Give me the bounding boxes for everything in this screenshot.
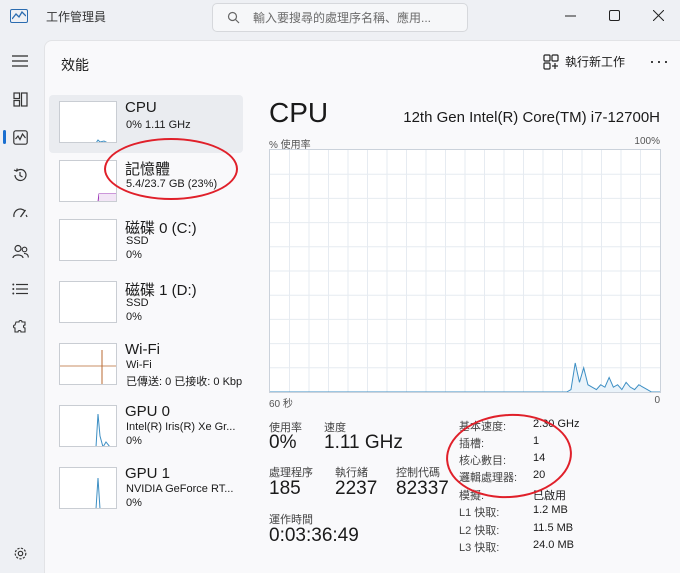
handles-value: 82337	[396, 478, 449, 499]
details-list-icon	[12, 283, 28, 295]
cpu-heading: CPU	[269, 97, 329, 128]
device-gpu-0[interactable]: GPU 0 Intel(R) Iris(R) Xe Gr... 0%	[49, 399, 243, 457]
detail-key: 核心數目:	[459, 455, 507, 467]
app-title: 工作管理員	[46, 10, 107, 24]
detail-key: L1 快取:	[459, 507, 500, 519]
startup-gauge-icon	[12, 208, 28, 218]
device-cpu[interactable]: CPU 0% 1.11 GHz	[49, 95, 243, 153]
cpu-usage-graph	[269, 149, 661, 393]
device-disk-1[interactable]: 磁碟 1 (D:) SSD 0%	[49, 275, 243, 333]
device-title: CPU	[125, 99, 157, 116]
performance-icon	[12, 129, 28, 145]
disk-0-thumbnail-graph	[59, 219, 117, 261]
nav-performance[interactable]	[0, 120, 40, 154]
device-wifi[interactable]: Wi-Fi Wi-Fi 已傳送: 0 已接收: 0 Kbp	[49, 337, 243, 395]
detail-value: 24.0 MB	[533, 539, 574, 551]
device-title: 記憶體	[125, 161, 171, 178]
wifi-thumbnail-graph	[59, 343, 117, 385]
performance-panel: 效能 執行新工作 ··· CPU 0% 1.11 GHz 記憶體 5.4/23.…	[44, 40, 680, 573]
device-subtitle: Intel(R) Iris(R) Xe Gr...	[126, 421, 236, 433]
device-memory[interactable]: 記憶體 5.4/23.7 GB (23%)	[49, 154, 243, 212]
graph-time-right-label: 0	[654, 395, 660, 406]
nav-startup-apps[interactable]	[0, 196, 40, 230]
detail-value: 2.30 GHz	[533, 418, 580, 430]
uptime-value: 0:03:36:49	[269, 525, 359, 546]
run-new-task-icon	[543, 53, 559, 70]
device-subtitle: SSD	[126, 235, 149, 247]
nav-users[interactable]	[0, 234, 40, 268]
detail-key: L3 快取:	[459, 542, 500, 554]
hamburger-menu-icon	[12, 55, 28, 67]
cpu-thumbnail-graph	[59, 101, 117, 143]
detail-value: 1	[533, 435, 540, 447]
maximize-icon	[608, 9, 620, 21]
device-disk-0[interactable]: 磁碟 0 (C:) SSD 0%	[49, 213, 243, 271]
run-new-task-button[interactable]: 執行新工作	[543, 53, 625, 70]
device-value: 0%	[126, 249, 142, 261]
gear-icon	[14, 547, 26, 559]
nav-app-history[interactable]	[0, 158, 40, 192]
detail-value: 已啟用	[533, 490, 566, 502]
device-value: 已傳送: 0 已接收: 0 Kbp	[126, 376, 243, 388]
device-value: 0%	[126, 311, 142, 323]
nav-settings[interactable]	[0, 536, 40, 570]
graph-y-max-label: 100%	[634, 136, 660, 147]
gpu-0-thumbnail-graph	[59, 405, 117, 447]
minimize-button[interactable]	[548, 0, 592, 30]
detail-value: 1.2 MB	[533, 504, 568, 516]
search-input[interactable]	[253, 9, 458, 27]
device-value: 0%	[126, 497, 142, 509]
detail-key: 模擬:	[459, 490, 485, 502]
more-options-button[interactable]: ···	[649, 51, 670, 71]
detail-key: L2 快取:	[459, 525, 500, 537]
device-gpu-1[interactable]: GPU 1 NVIDIA GeForce RT... 0%	[49, 461, 243, 519]
threads-value: 2237	[335, 478, 378, 499]
device-title: GPU 1	[125, 465, 171, 482]
close-icon	[652, 9, 664, 21]
device-title: Wi-Fi	[125, 341, 160, 358]
menu-button[interactable]	[0, 44, 40, 78]
nav-processes[interactable]	[0, 82, 40, 116]
run-new-task-label: 執行新工作	[565, 55, 626, 69]
processes-value: 185	[269, 478, 301, 499]
usage-value: 0%	[269, 432, 297, 453]
memory-thumbnail-graph	[59, 160, 117, 202]
device-title: GPU 0	[125, 403, 171, 420]
history-icon	[13, 168, 27, 182]
detail-key: 基本速度:	[459, 421, 507, 433]
detail-value: 20	[533, 469, 546, 481]
cpu-usage-graph-svg	[270, 150, 660, 393]
device-value: 0%	[126, 435, 142, 447]
page-title: 效能	[61, 57, 89, 73]
nav-details[interactable]	[0, 272, 40, 306]
services-puzzle-icon	[13, 320, 26, 333]
device-subtitle: Wi-Fi	[126, 359, 152, 371]
detail-value: 11.5 MB	[533, 522, 574, 534]
task-manager-logo-icon	[10, 9, 28, 23]
cpu-model-name: 12th Gen Intel(R) Core(TM) i7-12700H	[403, 109, 660, 126]
disk-1-thumbnail-graph	[59, 281, 117, 323]
graph-time-left-label: 60 秒	[269, 399, 293, 410]
detail-value: 14	[533, 452, 546, 464]
device-subtitle: 5.4/23.7 GB (23%)	[126, 178, 218, 190]
nav-services[interactable]	[0, 310, 40, 344]
close-button[interactable]	[636, 0, 680, 30]
detail-key: 插槽:	[459, 438, 485, 450]
speed-value: 1.11 GHz	[324, 432, 403, 453]
device-subtitle: 0% 1.11 GHz	[126, 119, 191, 131]
users-icon	[11, 244, 29, 258]
gpu-1-thumbnail-graph	[59, 467, 117, 509]
device-subtitle: NVIDIA GeForce RT...	[126, 483, 234, 495]
detail-key: 邏輯處理器:	[459, 472, 518, 484]
device-subtitle: SSD	[126, 297, 149, 309]
minimize-icon	[564, 15, 576, 16]
processes-icon	[12, 91, 28, 107]
search-icon	[227, 11, 240, 24]
search-box[interactable]	[212, 3, 468, 32]
more-icon: ···	[649, 51, 670, 71]
title-bar: 工作管理員	[0, 0, 680, 38]
maximize-button[interactable]	[592, 0, 636, 30]
